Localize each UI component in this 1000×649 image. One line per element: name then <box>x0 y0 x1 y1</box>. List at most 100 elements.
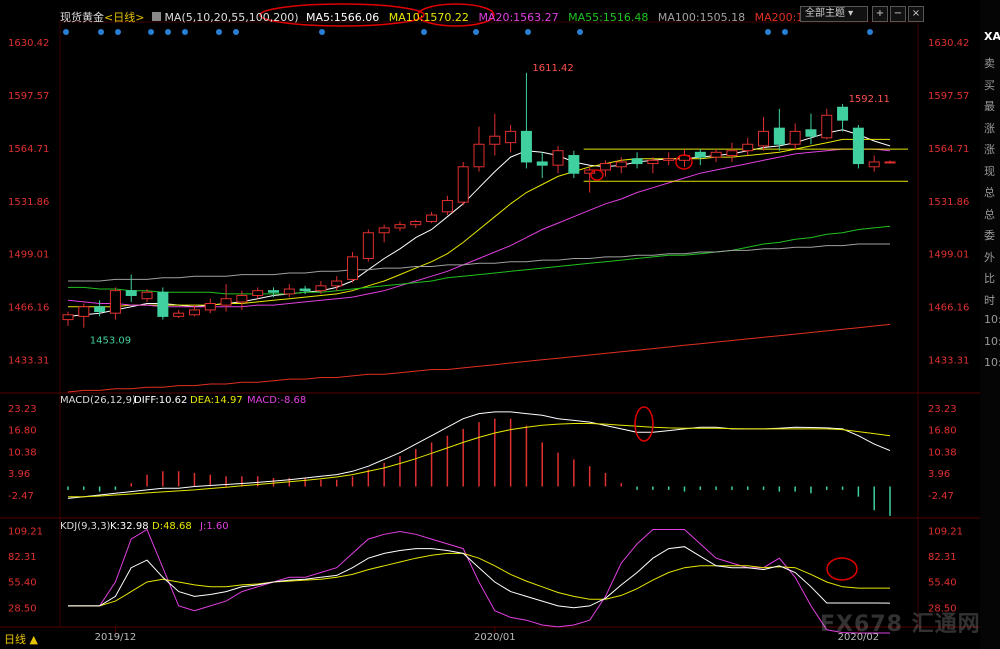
candle-up <box>283 288 295 295</box>
sidebar-item: 最 <box>984 100 995 113</box>
y-tick-left: 82.31 <box>8 552 37 563</box>
candle-down <box>631 158 643 165</box>
candle-down <box>125 290 137 296</box>
ma55-value: MA55:1516.48 <box>568 11 649 24</box>
candle-up <box>362 232 374 259</box>
y-tick-left: 3.96 <box>8 469 30 480</box>
event-marker-icon <box>216 29 222 35</box>
sidebar-item: 总 <box>984 186 995 199</box>
event-marker-icon <box>867 29 873 35</box>
theme-select[interactable]: 全部主题 ▾ <box>800 6 868 22</box>
candle-up <box>78 306 90 317</box>
candle-up <box>758 130 770 147</box>
candle-up <box>141 291 153 300</box>
macd-diff-label: DIFF:10.62 <box>134 395 187 406</box>
stock-chart[interactable]: 1630.42 1630.42 1597.57 1597.57 1564.71 1564.… <box>0 0 1000 649</box>
ma5-value: MA5:1566.06 <box>306 11 380 24</box>
candle-up <box>615 161 627 168</box>
kdj-title: KDJ(9,3,3) <box>60 521 111 532</box>
candle-up <box>236 294 248 303</box>
sidebar-item: 买 <box>984 78 995 92</box>
highlight-circle <box>826 557 858 581</box>
ma-line-ma200 <box>67 323 891 393</box>
y-tick-right: 1531.86 <box>928 197 969 208</box>
candle-up <box>663 158 675 161</box>
candle-up <box>220 298 232 306</box>
candle-up <box>868 161 880 168</box>
event-marker-icon <box>63 29 69 35</box>
period-tab[interactable]: 日线 ▲ <box>4 631 38 647</box>
sidebar-item: 卖 <box>984 57 995 70</box>
candle-up <box>204 303 216 311</box>
y-tick-left: 16.80 <box>8 426 37 437</box>
theme-select-label: 全部主题 <box>805 8 845 19</box>
chart-header: 现货黄金<日线> MA(5,10,20,55,100,200) MA5:1566… <box>60 9 842 25</box>
sidebar-item: 10: <box>984 356 1000 369</box>
price-annotation: 1592.11 <box>849 94 890 105</box>
candle-up <box>426 214 438 222</box>
y-tick-left: 10.38 <box>8 447 37 458</box>
y-tick-right: 1630.42 <box>928 38 969 49</box>
candle-up <box>552 150 564 166</box>
sidebar-code: XA <box>984 30 1000 43</box>
event-marker-icon <box>98 29 104 35</box>
sidebar-item: 现 <box>984 164 995 178</box>
y-tick-left: 1630.42 <box>8 38 49 49</box>
candle-down <box>94 306 106 313</box>
candle-down <box>520 130 532 163</box>
event-marker-icon <box>182 29 188 35</box>
macd-title: MACD(26,12,9) <box>60 395 136 406</box>
candle-up <box>726 150 738 157</box>
y-tick-left: 1531.86 <box>8 197 49 208</box>
candle-up <box>457 166 469 203</box>
price-annotation: 1453.09 <box>90 336 131 347</box>
y-tick-right: 10.38 <box>928 447 957 458</box>
candle-up <box>441 200 453 213</box>
minimize-button[interactable]: − <box>890 6 906 22</box>
candle-up <box>331 280 343 287</box>
event-marker-icon <box>148 29 154 35</box>
event-marker-icon <box>115 29 121 35</box>
ma-line-ma100 <box>68 243 890 282</box>
candle-down <box>694 151 706 158</box>
candle-up <box>742 143 754 152</box>
event-marker-icon <box>165 29 171 35</box>
y-tick-right: 82.31 <box>928 552 957 563</box>
candle-up <box>473 143 485 168</box>
event-marker-icon <box>525 29 531 35</box>
candle-up <box>505 130 517 144</box>
period-label[interactable]: <日线> <box>104 11 144 24</box>
x-tick-label: 2020/01 <box>474 632 516 643</box>
sidebar-item: 10: <box>984 334 1000 348</box>
kdj-k-line <box>68 546 891 609</box>
candle-up <box>173 312 185 317</box>
y-tick-right: 23.23 <box>928 404 957 415</box>
chart-frame <box>59 21 919 628</box>
y-tick-left: 1564.71 <box>8 144 49 155</box>
candle-up <box>489 135 501 145</box>
ma-line-ma55 <box>68 225 891 295</box>
close-button[interactable]: × <box>908 6 924 22</box>
candle-down <box>773 127 785 145</box>
candle-down <box>852 127 864 165</box>
candle-up <box>710 151 722 158</box>
sidebar-item: 外 <box>984 250 995 264</box>
kdj-d-label: D:48.68 <box>152 521 192 532</box>
candle-up <box>252 290 264 296</box>
candle-up <box>347 256 359 280</box>
sidebar-item: 时 <box>984 293 995 307</box>
event-marker-icon <box>782 29 788 35</box>
sidebar-item: 比 <box>984 272 995 285</box>
kdj-k-label: K:32.98 <box>110 521 149 532</box>
candle-up <box>647 159 659 165</box>
y-tick-right: 1499.01 <box>928 250 969 261</box>
ma10-value: MA10:1570.22 <box>388 11 469 24</box>
ma-line-ma20 <box>67 148 891 308</box>
y-tick-right: -2.47 <box>928 491 954 502</box>
y-tick-left: 28.50 <box>8 603 37 614</box>
y-tick-left: 23.23 <box>8 404 37 415</box>
y-tick-right: 55.40 <box>928 578 957 589</box>
kdj-j-label: J:1.60 <box>199 521 229 532</box>
macd-dea-label: DEA:14.97 <box>190 395 243 406</box>
add-button[interactable]: + <box>872 6 888 22</box>
